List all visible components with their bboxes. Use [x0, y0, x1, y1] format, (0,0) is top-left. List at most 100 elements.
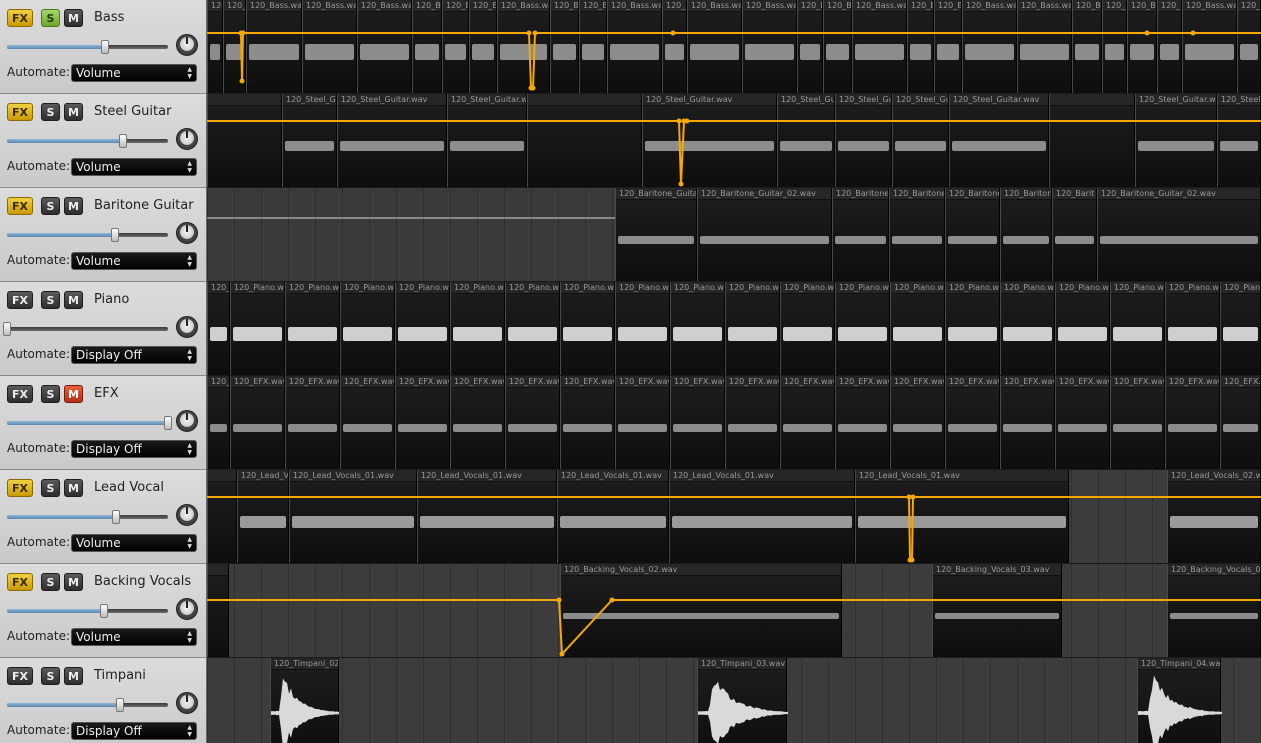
audio-clip[interactable]: 120_Piano.wav — [1110, 282, 1165, 375]
audio-clip[interactable]: 120_EFX.wav — [285, 376, 340, 469]
audio-clip[interactable]: 120_Lead_Vocals_02.wav — [1167, 470, 1261, 563]
audio-clip[interactable]: 120_Piano.wav — [670, 282, 725, 375]
audio-clip[interactable]: 120_Baritone — [945, 188, 1000, 281]
automate-select[interactable]: Display Off ▲ ▼ — [71, 440, 197, 458]
fx-button[interactable]: FX — [7, 479, 33, 497]
pan-knob[interactable] — [176, 692, 198, 714]
volume-slider[interactable] — [3, 322, 168, 336]
audio-clip[interactable]: 120_EFX.wav — [725, 376, 780, 469]
automate-select[interactable]: Volume ▲ ▼ — [71, 64, 197, 82]
audio-clip[interactable]: 120_Baritone_Guitar_02.wav — [697, 188, 832, 281]
volume-slider[interactable] — [7, 510, 168, 524]
audio-clip[interactable]: 120_Piano.wav — [1220, 282, 1261, 375]
audio-clip[interactable] — [207, 94, 282, 187]
mute-button[interactable]: M — [64, 291, 83, 309]
mute-button[interactable]: M — [64, 573, 83, 591]
audio-clip[interactable]: 120_Lead_Vocals_01.wav — [855, 470, 1069, 563]
audio-clip[interactable]: 120_Piano.wav — [725, 282, 780, 375]
mute-button[interactable]: M — [64, 9, 83, 27]
solo-button[interactable]: S — [41, 667, 60, 685]
audio-clip[interactable]: 120_Piano.wav — [340, 282, 395, 375]
automate-select[interactable]: Volume ▲ ▼ — [71, 534, 197, 552]
volume-slider[interactable] — [7, 134, 168, 148]
audio-clip[interactable]: 120_Bass.wav — [357, 0, 412, 93]
audio-clip[interactable]: 120_Lead_Vocals_01.wav — [669, 470, 855, 563]
track-lane[interactable]: 120_EFX.wav120_EFX.wav120_EFX.wav120_EFX… — [207, 376, 1261, 470]
volume-slider-thumb[interactable] — [100, 604, 108, 618]
audio-clip[interactable]: 120_Steel_Gu — [777, 94, 835, 187]
volume-slider-thumb[interactable] — [112, 510, 120, 524]
audio-clip[interactable]: 120_Timpani_02.wav — [270, 658, 339, 743]
audio-clip[interactable]: 120_EFX.wav — [395, 376, 450, 469]
audio-clip[interactable]: 120_Bass.w — [223, 0, 246, 93]
audio-clip[interactable]: 120_Piano.wav — [395, 282, 450, 375]
audio-clip[interactable]: 120_Baritone_Guitar_02.wav — [1097, 188, 1261, 281]
track-lane[interactable]: 120_Lead_V 120_Lead_Vocals_01.wav 120_Lead… — [207, 470, 1261, 564]
automate-select[interactable]: Display Off ▲ ▼ — [71, 346, 197, 364]
audio-clip[interactable]: 120_Piano.wav — [560, 282, 615, 375]
audio-clip[interactable]: 120_B — [662, 0, 687, 93]
audio-clip[interactable]: 120_Steel_Gu — [282, 94, 337, 187]
audio-clip[interactable]: 120_Piano.wav — [1000, 282, 1055, 375]
audio-clip[interactable]: 120_EFX.wav — [340, 376, 395, 469]
solo-button[interactable]: S — [41, 9, 60, 27]
audio-clip[interactable]: 120_B — [207, 0, 223, 93]
audio-clip[interactable]: 120_EFX.wav — [670, 376, 725, 469]
volume-slider[interactable] — [7, 604, 168, 618]
audio-clip[interactable]: 120_Steel_Gui — [835, 94, 892, 187]
track-lane[interactable]: 120_Piano.wav120_Piano.wav120_Piano.wav1… — [207, 282, 1261, 376]
solo-button[interactable]: S — [41, 103, 60, 121]
audio-clip[interactable]: 120_EFX.wav — [890, 376, 945, 469]
audio-clip[interactable]: 120_Steel_Gui — [892, 94, 949, 187]
audio-clip[interactable]: 120_Piano.wav — [615, 282, 670, 375]
audio-clip[interactable]: 120_B — [1072, 0, 1102, 93]
audio-clip[interactable]: 120_Piano.wav — [285, 282, 340, 375]
audio-clip[interactable]: 120_Baritone — [889, 188, 945, 281]
audio-clip[interactable]: 120_Steel_Guitar.wav — [642, 94, 777, 187]
audio-clip[interactable]: 120_Bass.wav — [852, 0, 907, 93]
audio-clip[interactable] — [207, 564, 229, 657]
pan-knob[interactable] — [176, 316, 198, 338]
audio-clip[interactable]: 120_B — [1127, 0, 1157, 93]
solo-button[interactable]: S — [41, 291, 60, 309]
audio-clip[interactable]: 120_Piano.wav — [505, 282, 560, 375]
fx-button[interactable]: FX — [7, 291, 33, 309]
audio-clip[interactable]: 120_Steel_Guitar.wav — [337, 94, 447, 187]
audio-clip[interactable]: 120_Baritone — [832, 188, 889, 281]
audio-clip[interactable]: 120_Bass.wav — [607, 0, 662, 93]
track-lane[interactable]: 120_B120_Bass.w120_Bass.wav120_Bass.wav1… — [207, 0, 1261, 94]
audio-clip[interactable]: 120_EFX.wav — [945, 376, 1000, 469]
automate-select[interactable]: Volume ▲ ▼ — [71, 252, 197, 270]
audio-clip[interactable]: 120_Barit — [1052, 188, 1097, 281]
audio-clip[interactable] — [527, 94, 642, 187]
fx-button[interactable]: FX — [7, 197, 33, 215]
audio-clip[interactable]: 120_B — [579, 0, 607, 93]
audio-clip[interactable]: 120_B — [412, 0, 442, 93]
audio-clip[interactable]: 120_B — [442, 0, 469, 93]
audio-clip[interactable]: 120_Bass.wav — [687, 0, 742, 93]
audio-clip[interactable]: 120_B — [1102, 0, 1127, 93]
audio-clip[interactable]: 120_Bass.wav — [742, 0, 797, 93]
fx-button[interactable]: FX — [7, 573, 33, 591]
solo-button[interactable]: S — [41, 479, 60, 497]
audio-clip[interactable]: 120_Steel_Gu — [1217, 94, 1261, 187]
automate-select[interactable]: Volume ▲ ▼ — [71, 628, 197, 646]
audio-clip[interactable]: 120_Bass.wav — [1017, 0, 1072, 93]
audio-clip[interactable]: 120_EFX.wav — [207, 376, 230, 469]
pan-knob[interactable] — [176, 222, 198, 244]
track-lane[interactable]: 120_Baritone_Guita 120_Baritone_Guitar_02… — [207, 188, 1261, 282]
automate-select[interactable]: Display Off ▲ ▼ — [71, 722, 197, 740]
audio-clip[interactable]: 120_Piano.wav — [207, 282, 230, 375]
audio-clip[interactable]: 120_Bass.wav — [1182, 0, 1237, 93]
audio-clip[interactable]: 120_Piano.wav — [1165, 282, 1220, 375]
audio-clip[interactable]: 120_B — [907, 0, 934, 93]
audio-clip[interactable]: 120_Lead_Vocals_01.wav — [417, 470, 557, 563]
mute-button[interactable]: M — [64, 479, 83, 497]
audio-clip[interactable] — [207, 470, 237, 563]
track-lane[interactable]: 120_Backing_Vocals_02.wav 120_Backing_Voc… — [207, 564, 1261, 658]
fx-button[interactable]: FX — [7, 667, 33, 685]
audio-clip[interactable]: 120_B — [550, 0, 579, 93]
audio-clip[interactable]: 120_Piano.wav — [835, 282, 890, 375]
audio-clip[interactable]: 120_B — [1237, 0, 1261, 93]
audio-clip[interactable]: 120_EFX.wav — [1110, 376, 1165, 469]
